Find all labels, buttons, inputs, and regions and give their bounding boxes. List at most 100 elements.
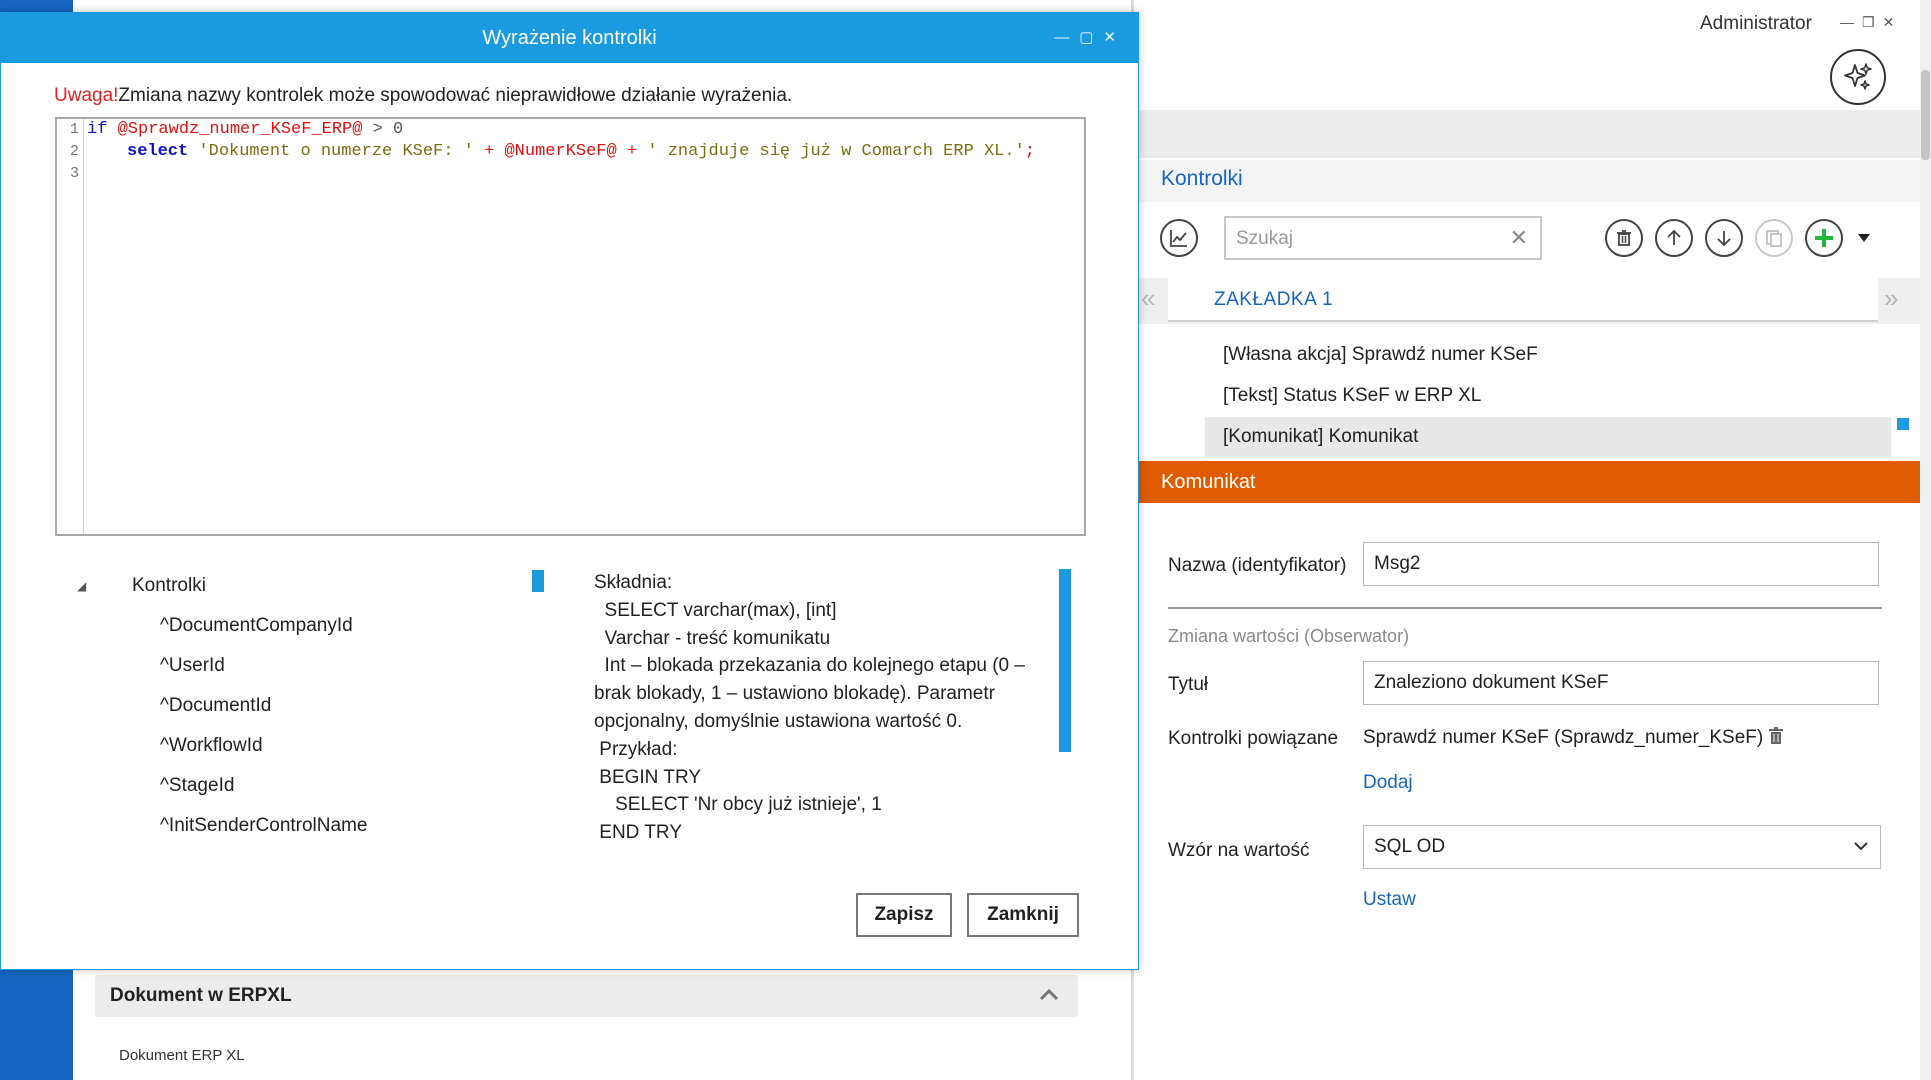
trash-icon (1617, 230, 1631, 246)
collapse-icon[interactable]: ◢ (77, 579, 86, 593)
help-line: opcjonalny, domyślnie ustawiona wartość … (594, 710, 963, 732)
ai-assistant-button[interactable] (1830, 49, 1886, 105)
close-icon[interactable]: ✕ (1883, 14, 1903, 30)
code-operator: + (473, 142, 505, 161)
chart-button[interactable] (1160, 219, 1198, 257)
chart-icon (1170, 230, 1187, 247)
tree-item[interactable]: ^UserId (160, 655, 225, 677)
arrow-down-icon (1717, 231, 1731, 247)
code-variable: @Sprawdz_numer_KSeF_ERP@ (117, 120, 363, 139)
scrollbar[interactable] (1920, 0, 1931, 1080)
selection-marker (1897, 418, 1909, 430)
dialog-title: Wyrażenie kontrolki (482, 27, 657, 49)
code-string: ' znajduje się już w Comarch ERP XL.' (647, 142, 1025, 161)
tab-label: ZAKŁADKA 1 (1214, 289, 1334, 310)
tab-scroll-right-icon[interactable]: » (1884, 283, 1898, 314)
help-line: SELECT 'Nr obcy już istnieje', 1 (594, 794, 882, 816)
close-button[interactable]: Zamknij (967, 893, 1079, 937)
scrollbar-thumb[interactable] (1921, 70, 1930, 160)
maximize-icon[interactable]: ▢ (1079, 29, 1103, 46)
code-string: 'Dokument o numerze KSeF: ' (198, 142, 474, 161)
section-header-dokument[interactable]: Dokument w ERPXL (95, 975, 1078, 1017)
tree-item[interactable]: ^DocumentId (160, 695, 271, 717)
window-controls[interactable]: —❐✕ (1840, 14, 1902, 31)
tytul-label: Tytuł (1168, 674, 1209, 695)
kontrolki-header (1138, 160, 1920, 202)
related-control-value: Sprawdź numer KSeF (Sprawdz_numer_KSeF) (1363, 727, 1764, 748)
expression-dialog: Wyrażenie kontrolki —▢✕ Uwaga!Zmiana naz… (0, 12, 1139, 970)
wzor-select[interactable]: SQL OD (1363, 825, 1881, 869)
help-scrollbar[interactable] (1059, 569, 1071, 752)
add-dropdown-icon[interactable] (1857, 232, 1871, 244)
kontrolki-powiazane-label: Kontrolki powiązane (1168, 728, 1339, 749)
sparkles-icon (1844, 63, 1872, 90)
list-item[interactable]: [Tekst] Status KSeF w ERP XL (1205, 376, 1891, 416)
ustaw-link[interactable]: Ustaw (1363, 889, 1416, 911)
wzor-selected-value: SQL OD (1374, 836, 1446, 857)
trash-icon[interactable] (1767, 726, 1785, 746)
dialog-window-controls[interactable]: —▢✕ (1054, 28, 1126, 46)
dialog-titlebar[interactable]: Wyrażenie kontrolki —▢✕ (1, 13, 1138, 63)
add-button[interactable] (1805, 219, 1843, 257)
tree-item[interactable]: ^DocumentCompanyId (160, 615, 353, 637)
code-operator: + (616, 142, 648, 161)
warning-message: Uwaga!Zmiana nazwy kontrolek może spowod… (54, 85, 792, 107)
tree-item[interactable]: ^WorkflowId (160, 735, 263, 757)
nazwa-label: Nazwa (identyfikator) (1168, 555, 1347, 576)
tab-zakladka-1[interactable]: ZAKŁADKA 1 (1168, 278, 1878, 322)
minimize-icon[interactable]: — (1840, 14, 1862, 30)
arrow-up-icon (1667, 229, 1681, 245)
line-number-gutter: 1 2 3 (57, 119, 84, 534)
copy-icon (1766, 230, 1782, 247)
syntax-help: Składnia: SELECT varchar(max), [int] Var… (594, 569, 1054, 847)
search-box[interactable]: ✕ (1224, 216, 1542, 260)
toolbar-strip (1138, 110, 1920, 158)
tree-root[interactable]: Kontrolki (132, 575, 206, 597)
tree-item[interactable]: ^StageId (160, 775, 234, 797)
code-text: > 0 (362, 120, 404, 139)
code-line-2: select 'Dokument o numerze KSeF: ' + @Nu… (127, 142, 1035, 161)
help-line: SELECT varchar(max), [int] (594, 599, 837, 621)
restore-icon[interactable]: ❐ (1862, 14, 1883, 30)
code-terminator: ; (1024, 142, 1035, 161)
controls-tree: ◢ Kontrolki ^DocumentCompanyId ^UserId ^… (55, 561, 555, 861)
wzor-label: Wzór na wartość (1168, 840, 1310, 861)
copy-button[interactable] (1755, 219, 1793, 257)
warning-prefix: Uwaga! (54, 85, 119, 106)
nazwa-field[interactable]: Msg2 (1363, 542, 1879, 586)
code-keyword: select (127, 142, 189, 161)
minimize-icon[interactable]: — (1054, 29, 1079, 46)
tytul-field[interactable]: Znaleziono dokument KSeF (1363, 661, 1879, 705)
tree-item[interactable]: ^InitSenderControlName (160, 815, 367, 837)
properties-header: Komunikat (1138, 461, 1920, 503)
plus-icon (1815, 229, 1833, 247)
help-line: BEGIN TRY (594, 766, 701, 788)
chevron-up-icon[interactable] (1038, 984, 1060, 1006)
delete-button[interactable] (1605, 219, 1643, 257)
list-item[interactable]: [Własna akcja] Sprawdź numer KSeF (1205, 335, 1891, 375)
section-subtitle: Dokument ERP XL (119, 1047, 245, 1064)
clear-icon[interactable]: ✕ (1510, 225, 1528, 251)
code-variable: @NumerKSeF@ (504, 142, 617, 161)
list-item-selected[interactable]: [Komunikat] Komunikat (1205, 417, 1891, 457)
move-up-button[interactable] (1655, 219, 1693, 257)
search-input[interactable] (1234, 226, 1498, 252)
move-down-button[interactable] (1705, 219, 1743, 257)
code-keyword: if (87, 120, 108, 139)
tab-scroll-left-icon[interactable]: « (1141, 283, 1155, 314)
observer-label: Zmiana wartości (Obserwator) (1168, 626, 1410, 646)
panel-title: Kontrolki (1161, 167, 1243, 190)
close-icon[interactable]: ✕ (1103, 29, 1126, 46)
code-editor[interactable]: 1 2 3 if @Sprawdz_numer_KSeF_ERP@ > 0 se… (55, 117, 1086, 536)
line-number: 1 (69, 121, 79, 138)
help-line: Int – blokada przekazania do kolejnego e… (594, 655, 1025, 677)
user-name: Administrator (1700, 13, 1812, 34)
tree-scrollbar[interactable] (532, 570, 544, 592)
help-line: Składnia: (594, 572, 673, 593)
add-link[interactable]: Dodaj (1363, 772, 1413, 794)
save-button[interactable]: Zapisz (856, 893, 952, 937)
help-line: Varchar - treść komunikatu (594, 627, 831, 649)
section-title: Dokument w ERPXL (110, 985, 292, 1006)
code-line-1: if @Sprawdz_numer_KSeF_ERP@ > 0 (87, 120, 403, 139)
divider (1168, 607, 1882, 609)
